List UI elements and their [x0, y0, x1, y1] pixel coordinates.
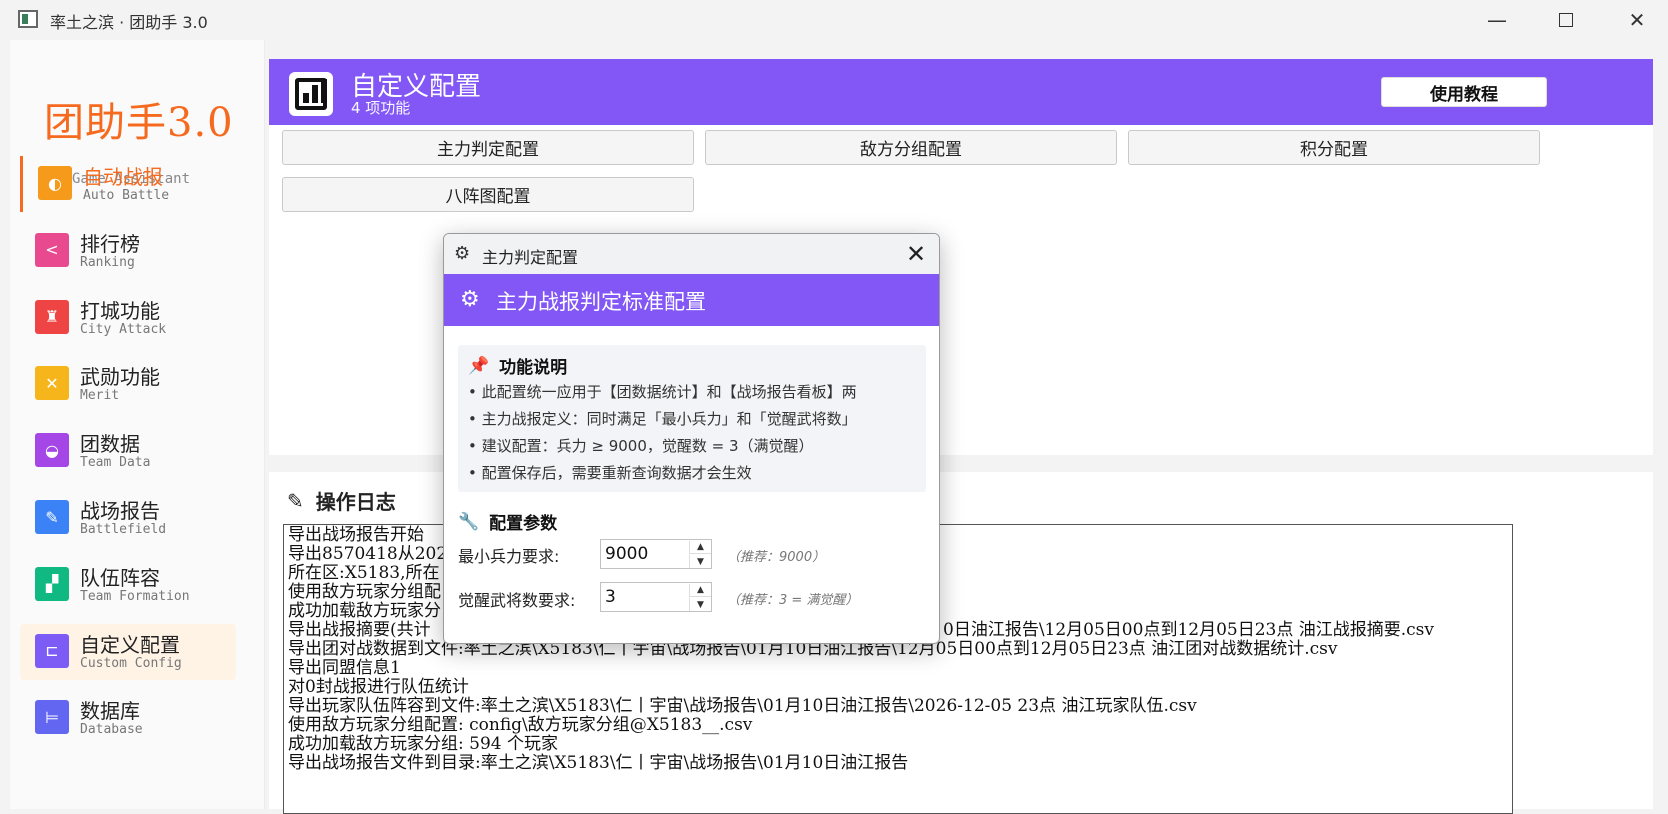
sidebar-item-auto-battle[interactable]: ◐ 自动战报 Auto Battle [20, 156, 236, 212]
main-force-config-dialog: ⚙ 主力判定配置 ✕ ⚙ 主力战报判定标准配置 📌 功能说明 • 此配置统一应用… [443, 233, 940, 644]
description-line: • 建议配置：兵力 ≥ 9000，觉醒数 = 3（满觉醒） [468, 437, 814, 455]
battle-icon: ◐ [38, 166, 72, 200]
description-title: 📌 功能说明 [468, 353, 568, 379]
log-line: 对0封战报进行队伍统计 [288, 677, 469, 697]
sidebar-item-battlefield[interactable]: ✎ 战场报告 Battlefield [20, 490, 236, 546]
wrench-icon: 🔧 [458, 511, 480, 532]
log-line: 成功加载敌方玩家分组: 594 个玩家 [288, 734, 558, 754]
log-line: 导出同盟信息1 [288, 658, 401, 678]
team-data-icon: ◒ [35, 433, 69, 468]
report-icon: ✎ [35, 500, 69, 534]
log-title-text: 操作日志 [315, 490, 396, 514]
description-line: • 此配置统一应用于【团数据统计】和【战场报告看板】两 [468, 383, 857, 401]
close-window-button[interactable]: ✕ [1608, 4, 1666, 36]
sidebar-item-sublabel: Team Data [80, 455, 151, 471]
app-icon [18, 10, 38, 28]
formation-icon: ▞ [35, 566, 69, 601]
awakened-heroes-label: 觉醒武将数要求: [458, 591, 576, 610]
min-troops-hint: （推荐：9000） [727, 550, 826, 565]
decrement-icon[interactable]: ▼ [689, 598, 711, 611]
minimize-button[interactable]: — [1468, 4, 1526, 36]
pin-icon: 📌 [468, 355, 490, 376]
sidebar-item-ranking[interactable]: < 排行榜 Ranking [20, 223, 236, 279]
window-title: 率土之滨 · 团助手 3.0 [50, 13, 208, 32]
log-line: 导出玩家队伍阵容到文件:率土之滨\X5183\仁丨宇宙\战场报告\01月10日油… [288, 696, 1197, 716]
page-header: 自定义配置 4 项功能 使用教程 [269, 59, 1653, 125]
dialog-titlebar: ⚙ 主力判定配置 ✕ [444, 234, 939, 274]
database-icon: ⊨ [35, 700, 69, 735]
decrement-icon[interactable]: ▼ [689, 555, 711, 568]
crossed-swords-icon: ✕ [35, 366, 69, 401]
enemy-group-config-button[interactable]: 敌方分组配置 [705, 130, 1117, 165]
log-line: 导出战场报告文件到目录:率土之滨\X5183\仁丨宇宙\战场报告\01月10日油… [288, 753, 909, 773]
min-troops-label: 最小兵力要求: [458, 547, 560, 566]
sidebar-item-label: 排行榜 [80, 231, 140, 256]
sidebar-item-sublabel: Database [80, 722, 143, 738]
sidebar-item-label: 武勋功能 [80, 365, 160, 390]
description-line: • 主力战报定义：同时满足「最小兵力」和「觉醒武将数」 [468, 410, 857, 428]
ranking-icon: < [35, 232, 69, 267]
maximize-icon [1559, 13, 1573, 27]
minimize-icon: — [1487, 8, 1507, 32]
close-icon: ✕ [905, 240, 927, 268]
maximize-button[interactable] [1537, 4, 1595, 36]
sidebar-item-sublabel: Battlefield [80, 522, 167, 537]
sidebar-item-merit[interactable]: ✕ 武勋功能 Merit [20, 356, 236, 412]
min-troops-spinbox[interactable]: 9000 ▲ ▼ [600, 539, 712, 569]
window-titlebar: 率土之滨 · 团助手 3.0 — ✕ [0, 0, 1668, 40]
castle-icon: ♜ [35, 299, 69, 334]
tutorial-button[interactable]: 使用教程 [1381, 77, 1547, 107]
sidebar-item-sublabel: Custom Config [80, 655, 182, 671]
sidebar-item-label: 数据库 [80, 699, 140, 724]
brand-title: 团助手3.0 [44, 100, 234, 146]
sidebar-item-label: 战场报告 [80, 499, 160, 523]
sidebar-item-team-formation[interactable]: ▞ 队伍阵容 Team Formation [20, 557, 236, 613]
dialog-title: 主力判定配置 [482, 248, 579, 267]
config-icon: ⊏ [35, 633, 69, 668]
gear-icon: ⚙ [454, 243, 471, 264]
sidebar-item-label: 队伍阵容 [80, 565, 160, 590]
description-box: 📌 功能说明 • 此配置统一应用于【团数据统计】和【战场报告看板】两 • 主力战… [458, 345, 926, 492]
log-line-tail: 0日油江报告\12月05日00点到12月05日23点 油江战报摘要.csv [943, 620, 1434, 640]
close-icon: ✕ [1628, 8, 1646, 32]
param-title-text: 配置参数 [489, 514, 558, 534]
param-title: 🔧 配置参数 [458, 509, 558, 535]
log-title: ✎ 操作日志 [287, 486, 396, 515]
chart-icon [289, 72, 333, 116]
edit-icon: ✎ [287, 488, 304, 513]
dialog-close-button[interactable]: ✕ [902, 240, 930, 268]
sidebar-item-custom-config[interactable]: ⊏ 自定义配置 Custom Config [20, 623, 236, 680]
main-force-config-button[interactable]: 主力判定配置 [282, 130, 694, 165]
awakened-heroes-hint: （推荐：3 = 满觉醒） [727, 593, 859, 608]
sidebar-item-sublabel: Team Formation [80, 588, 190, 604]
sidebar-item-label: 自动战报 [83, 165, 163, 189]
description-title-text: 功能说明 [499, 358, 568, 378]
description-line: • 配置保存后，需要重新查询数据才会生效 [468, 464, 752, 482]
score-config-button[interactable]: 积分配置 [1128, 130, 1540, 165]
log-line-start: 导出战报摘要(共计 [288, 620, 431, 640]
log-line: 使用敌方玩家分组配置: config\敌方玩家分组@X5183__.csv [288, 715, 753, 735]
increment-icon[interactable]: ▲ [689, 541, 711, 554]
awakened-heroes-value[interactable]: 3 [605, 587, 616, 607]
sidebar-item-sublabel: Auto Battle [83, 188, 170, 203]
sidebar-item-sublabel: Ranking [80, 254, 135, 270]
sidebar-item-label: 打城功能 [80, 298, 160, 323]
formation-config-button[interactable]: 八阵图配置 [282, 177, 694, 212]
min-troops-value[interactable]: 9000 [605, 544, 648, 564]
sidebar-item-sublabel: City Attack [80, 321, 167, 337]
dialog-header-band: ⚙ 主力战报判定标准配置 [444, 274, 939, 326]
sidebar-item-sublabel: Merit [80, 388, 120, 404]
settings-icon: ⚙ [460, 287, 480, 312]
page-subtitle: 4 项功能 [351, 99, 411, 117]
sidebar-item-label: 自定义配置 [80, 632, 180, 657]
dialog-band-title: 主力战报判定标准配置 [496, 290, 706, 314]
sidebar-item-label: 团数据 [80, 432, 140, 457]
sidebar-item-city-attack[interactable]: ♜ 打城功能 City Attack [20, 290, 236, 346]
sidebar-item-team-data[interactable]: ◒ 团数据 Team Data [20, 423, 236, 479]
increment-icon[interactable]: ▲ [689, 584, 711, 597]
sidebar-item-database[interactable]: ⊨ 数据库 Database [20, 690, 236, 746]
awakened-heroes-spinbox[interactable]: 3 ▲ ▼ [600, 582, 712, 612]
